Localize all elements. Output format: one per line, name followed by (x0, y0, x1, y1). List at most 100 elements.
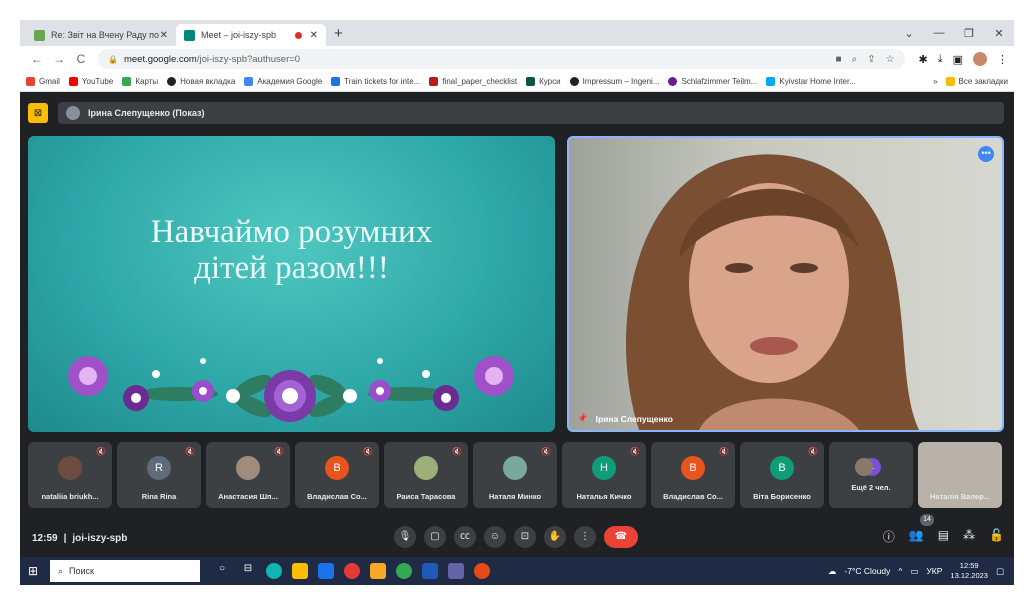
participant-tile[interactable]: 🔇 H Наталья Кичко (562, 442, 646, 508)
app-icon[interactable] (474, 563, 490, 579)
bookmark-impressum[interactable]: Impressum – Ingeni... (569, 77, 659, 86)
mail-icon[interactable] (318, 563, 334, 579)
bookmark-maps[interactable]: Карты (122, 77, 158, 86)
captions-icon[interactable]: ㏄ (454, 526, 476, 548)
more-options-icon[interactable]: ••• (978, 146, 994, 162)
mic-off-icon: 🔇 (541, 447, 551, 456)
address-bar[interactable]: 🔒 meet.google.com /joi-iszy-spb?authuser… (98, 49, 905, 69)
camera-icon[interactable]: ▢ (424, 526, 446, 548)
widgets-icon[interactable]: ⊟ (240, 563, 256, 579)
bookmark-schlafzimmer[interactable]: Schlafzimmer Teilm... (668, 77, 757, 86)
tab-meet[interactable]: Meet – joi-iszy-spb ✕ (176, 24, 326, 46)
participant-avatar: H (592, 456, 616, 480)
bookmark-new-tab[interactable]: Новая вкладка (167, 77, 235, 86)
bookmark-courses[interactable]: Курси (526, 77, 561, 86)
participant-name: Раиса Тарасова (396, 492, 456, 501)
maximize-button[interactable]: ❐ (954, 27, 984, 40)
forward-button[interactable]: → (48, 52, 70, 66)
participant-tile[interactable]: 🔇 B Владислав Со... (295, 442, 379, 508)
host-controls-icon[interactable]: ⊠ (28, 103, 48, 123)
participant-avatar (503, 456, 527, 480)
emoji-icon[interactable]: ☺ (484, 526, 506, 548)
more-participants-tile[interactable]: L Ещё 2 чел. (829, 442, 913, 508)
zoom-icon[interactable]: ⌕ (852, 54, 858, 65)
windows-start-icon[interactable]: ⊞ (20, 564, 46, 578)
bookmark-train-tickets[interactable]: Train tickets for inte... (331, 77, 420, 86)
activities-icon[interactable]: ⁂ (963, 528, 975, 545)
notifications-icon[interactable]: ▢ (996, 566, 1004, 577)
mic-icon[interactable]: 🎙 (394, 526, 416, 548)
meet-control-bar: 12:59 | joi-iszy-spb 🎙 ▢ ㏄ ☺ ⊡ ✋ ⋮ ☎ 14 … (20, 514, 1014, 557)
bookmark-final-paper[interactable]: final_paper_checklist (429, 77, 517, 86)
tab-gmail[interactable]: Re: Звіт на Вчену Раду по ДО - ✕ (26, 24, 176, 46)
bookmarks-right: » Все закладки (933, 77, 1008, 86)
raise-hand-icon[interactable]: ✋ (544, 526, 566, 548)
bookmark-kyivstar[interactable]: Kyivstar Home Inter... (766, 77, 856, 86)
task-view-icon[interactable]: ○ (214, 563, 230, 579)
presenter-avatar (66, 106, 80, 120)
bookmark-google-academy[interactable]: Академия Google (244, 77, 322, 86)
close-window-button[interactable]: ✕ (984, 27, 1014, 40)
menu-icon[interactable]: ⋮ (997, 53, 1008, 66)
back-button[interactable]: ← (26, 52, 48, 66)
participant-tile[interactable]: 🔇 B Владислав Со... (651, 442, 735, 508)
tab-search-icon[interactable]: ⌄ (894, 27, 924, 40)
present-icon[interactable]: ⊡ (514, 526, 536, 548)
extensions-icon[interactable]: ✱ (919, 53, 928, 66)
profile-avatar[interactable] (973, 52, 987, 66)
camera-icon[interactable]: ■ (835, 54, 841, 65)
url-path: /joi-iszy-spb?authuser=0 (196, 53, 301, 65)
participant-tile[interactable]: 🔇 R Rina Rina (117, 442, 201, 508)
participant-avatar (855, 458, 873, 476)
chrome-icon[interactable] (396, 563, 412, 579)
participant-tile[interactable]: 🔇 Анастасия Шп... (206, 442, 290, 508)
close-tab-icon[interactable]: ✕ (310, 30, 318, 41)
download-icon[interactable]: ⤓ (938, 53, 943, 66)
network-icon[interactable]: ▭ (910, 566, 918, 577)
participant-tile[interactable]: Наталія Валер... (918, 442, 1002, 508)
bookmark-star-icon[interactable]: ☆ (886, 54, 895, 65)
mic-off-icon: 🔇 (719, 447, 729, 456)
participant-avatar (58, 456, 82, 480)
chevron-up-icon[interactable]: ^ (898, 566, 902, 576)
presenter-chip[interactable]: Ірина Слепущенко (Показ) (58, 102, 1004, 124)
teams-icon[interactable] (448, 563, 464, 579)
edge-icon[interactable] (266, 563, 282, 579)
host-lock-icon[interactable]: 🔓 (989, 528, 1004, 545)
active-speaker-video[interactable]: ••• 📌 Ірина Слепущенко (567, 136, 1004, 432)
chat-icon[interactable]: ▤ (938, 528, 949, 545)
participant-tile[interactable]: 🔇 B Віта Борисенко (740, 442, 824, 508)
store-icon[interactable] (292, 563, 308, 579)
new-tab-button[interactable]: + (334, 25, 343, 42)
tab-title: Re: Звіт на Вчену Раду по ДО - (51, 30, 160, 40)
participant-tile[interactable]: 🔇 nataliia briukh... (28, 442, 112, 508)
opera-icon[interactable] (344, 563, 360, 579)
word-icon[interactable] (422, 563, 438, 579)
mic-off-icon: 🔇 (274, 447, 284, 456)
participant-tile[interactable]: 🔇 Наталя Минко (473, 442, 557, 508)
share-icon[interactable]: ⇪ (867, 54, 875, 65)
all-bookmarks-folder[interactable]: Все закладки (945, 77, 1008, 86)
more-bookmarks-button[interactable]: » (933, 77, 937, 86)
info-icon[interactable]: ⓘ (883, 528, 895, 545)
weather-text[interactable]: -7°C Cloudy (844, 566, 890, 576)
bookmark-gmail[interactable]: Gmail (26, 77, 60, 86)
explorer-icon[interactable] (370, 563, 386, 579)
side-panel-icon[interactable]: ▣ (953, 53, 963, 66)
people-icon[interactable]: 👥 (909, 528, 924, 545)
taskbar-apps: ○ ⊟ (214, 563, 490, 579)
more-options-icon[interactable]: ⋮ (574, 526, 596, 548)
leave-call-button[interactable]: ☎ (604, 526, 638, 548)
bookmark-youtube[interactable]: YouTube (68, 77, 113, 86)
reload-button[interactable]: C (70, 52, 92, 66)
participant-tile[interactable]: 🔇 Раиса Тарасова (384, 442, 468, 508)
minimize-button[interactable]: — (924, 27, 954, 39)
participants-count-badge: 14 (920, 514, 934, 526)
taskbar-search[interactable]: ⌕ Поиск (50, 560, 200, 582)
language-indicator[interactable]: УКР (926, 566, 942, 576)
pin-icon[interactable]: 📌 (577, 413, 588, 424)
close-tab-icon[interactable]: ✕ (160, 30, 168, 41)
side-controls: ⓘ 👥 ▤ ⁂ 🔓 (883, 528, 1004, 545)
weather-icon: ☁ (827, 565, 837, 576)
taskbar-clock[interactable]: 12:59 13.12.2023 (950, 561, 988, 581)
